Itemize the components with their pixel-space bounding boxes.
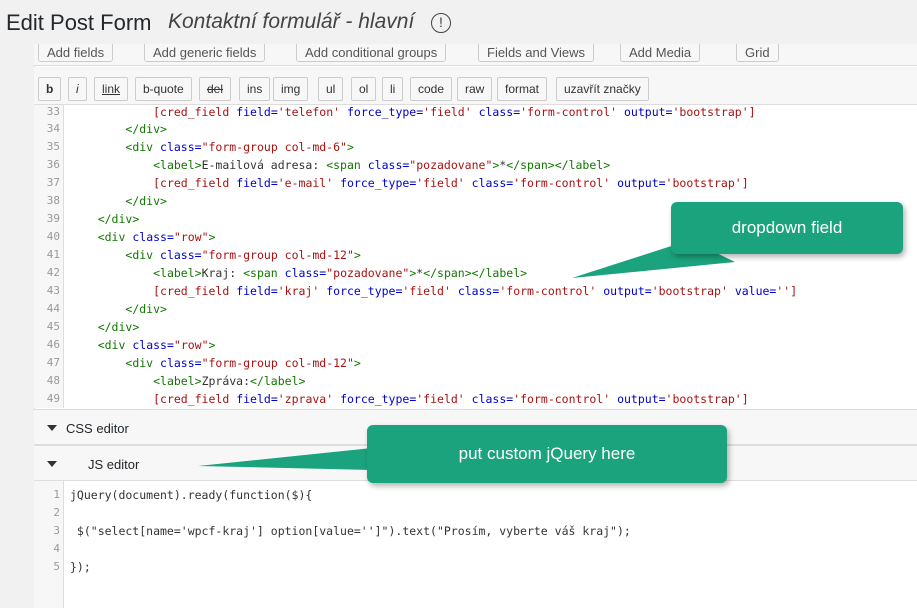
dropdown-field-callout: dropdown field: [671, 202, 903, 254]
callout-pointers: [198, 240, 735, 470]
custom-jquery-callout: put custom jQuery here: [367, 425, 727, 483]
jquery-callout-pointer: [198, 448, 372, 470]
